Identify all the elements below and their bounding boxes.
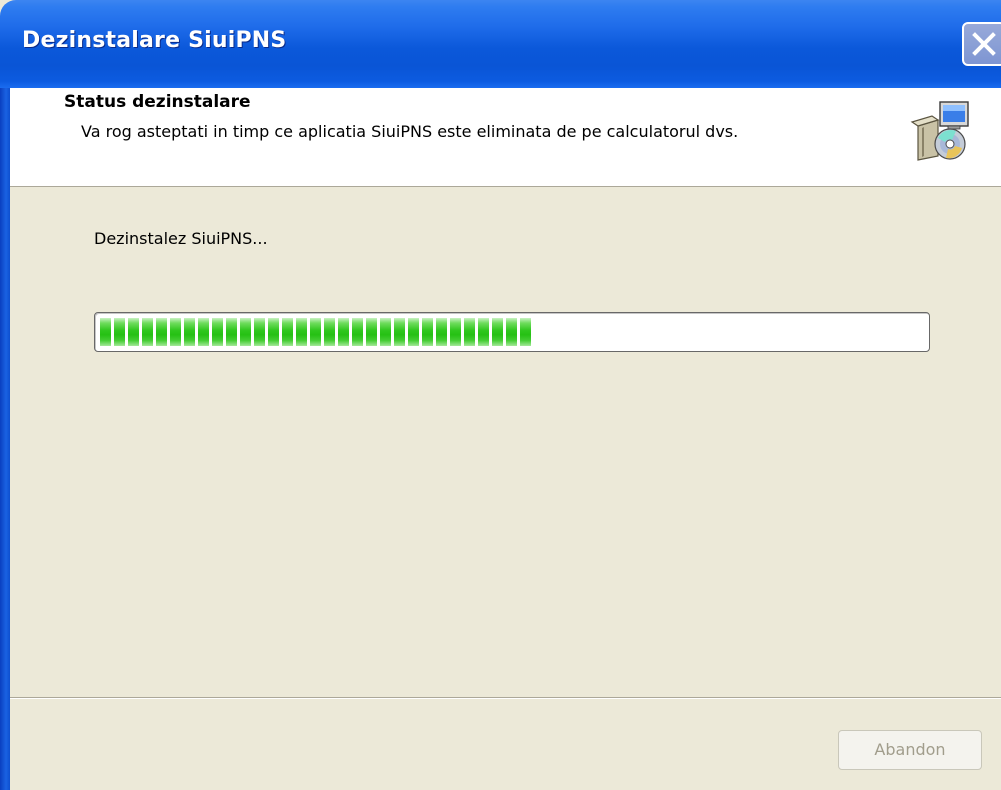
close-icon — [972, 32, 996, 56]
title-bar[interactable]: Dezinstalare SiuiPNS — [0, 0, 1001, 88]
close-button[interactable] — [962, 22, 1001, 66]
abandon-button[interactable]: Abandon — [838, 730, 982, 770]
header-band: Status dezinstalare Va rog asteptati in … — [10, 88, 1001, 187]
window-title: Dezinstalare SiuiPNS — [22, 28, 287, 53]
header-title: Status dezinstalare — [64, 92, 251, 112]
uninstall-progress-bar — [94, 312, 930, 352]
uninstall-dialog: Dezinstalare SiuiPNS Status dezinstalare… — [0, 0, 1001, 790]
installer-package-icon — [910, 101, 969, 161]
header-description: Va rog asteptati in timp ce aplicatia Si… — [81, 122, 739, 141]
status-text: Dezinstalez SiuiPNS... — [94, 229, 268, 248]
footer-divider — [10, 697, 1001, 699]
progress-segments — [100, 318, 531, 346]
window-left-border — [0, 88, 10, 790]
